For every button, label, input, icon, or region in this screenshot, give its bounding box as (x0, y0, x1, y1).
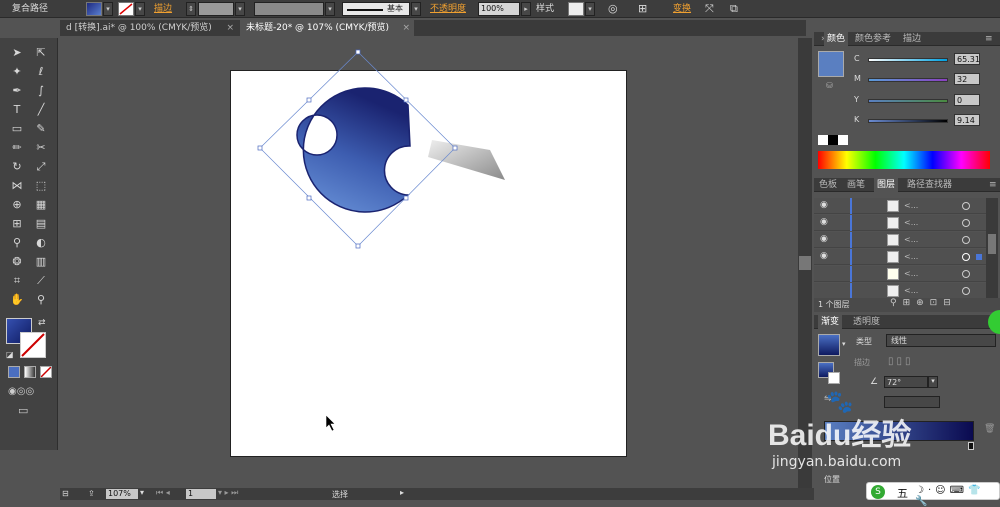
layer-actions-icon[interactable]: ⚲⊞⊕⊡⊟ (890, 298, 957, 308)
compound-path-shape[interactable] (296, 87, 411, 213)
layer-name: <... (904, 286, 919, 295)
artboard-nav-icon[interactable]: ⊟ (62, 489, 69, 498)
color-panel-tabs: » 颜色 颜色参考 描边 ≡ (814, 32, 1000, 46)
layer-thumbnail (887, 217, 899, 229)
ime-toolbar: S 五 ☽·☺⌨👕🔧 (866, 482, 1000, 507)
layer-row[interactable]: <... (814, 283, 986, 299)
target-icon[interactable] (962, 202, 970, 210)
none-swatch[interactable] (818, 135, 828, 145)
angle-field[interactable]: 72° (884, 376, 928, 388)
channel-label-c: C (854, 54, 860, 63)
layer-row[interactable]: ◉ <... (814, 198, 986, 214)
eye-icon[interactable]: ◉ (820, 217, 828, 227)
target-icon[interactable] (962, 236, 970, 244)
layer-thumbnail (887, 234, 899, 246)
layer-thumbnail (887, 285, 899, 297)
layer-row[interactable]: ◉ <... (814, 232, 986, 248)
color-spectrum-bar[interactable] (818, 151, 990, 169)
ime-mode-label[interactable]: 五 (897, 485, 908, 501)
tab-transparency[interactable]: 透明度 (850, 315, 883, 329)
stroke-proxy[interactable] (828, 372, 840, 384)
watermark-brand: Baidu经验 (768, 419, 912, 452)
stroke-gradient-mode-icon[interactable]: ▯▯▯ (888, 356, 914, 367)
angle-icon: ∠ (870, 377, 879, 387)
layers-scrollbar[interactable] (986, 198, 998, 298)
channel-label-y: Y (854, 95, 859, 104)
channel-label-k: K (854, 115, 860, 124)
target-icon[interactable] (962, 219, 970, 227)
c-value-field[interactable]: 65.31 (954, 53, 980, 65)
m-slider[interactable] (868, 78, 948, 82)
tab-color[interactable]: 颜色 (824, 32, 849, 46)
layer-thumbnail (887, 251, 899, 263)
out-of-gamut-icon[interactable]: ⛁ (826, 81, 833, 90)
zoom-field[interactable]: 107% (106, 489, 138, 499)
eye-icon[interactable]: ◉ (820, 234, 828, 244)
tab-brushes[interactable]: 画笔 (844, 178, 868, 192)
status-menu-arrow[interactable]: ▸ (400, 488, 404, 497)
y-slider[interactable] (868, 99, 948, 103)
grey-blade-shape[interactable] (428, 140, 505, 180)
gradient-stroke-label: 描边 (854, 358, 870, 367)
layer-name: <... (904, 218, 919, 227)
layer-thumbnail (887, 268, 899, 280)
gradient-preset-dropdown[interactable]: ▾ (842, 340, 846, 348)
sogou-logo-icon[interactable]: S (871, 485, 885, 499)
k-value-field[interactable]: 9.14 (954, 114, 980, 126)
mouse-cursor-icon (325, 414, 336, 432)
channel-label-m: M (854, 74, 861, 83)
zoom-dropdown[interactable]: ▾ (140, 488, 144, 497)
color-preview-swatch[interactable] (818, 51, 844, 77)
tab-swatches[interactable]: 色板 (816, 178, 840, 192)
tab-gradient[interactable]: 渐变 (818, 315, 843, 329)
tab-pathfinder[interactable]: 路径查找器 (904, 178, 955, 192)
layers-panel-tabs: 色板 画笔 图层 路径查找器 ≡ (814, 178, 1000, 192)
gradient-type-label: 类型 (856, 337, 872, 346)
baidu-watermark: 🐾 Baidu经验 jingyan.baidu.com (768, 388, 998, 476)
angle-dropdown[interactable]: ▾ (928, 376, 938, 388)
gradient-type-select[interactable]: 线性 (886, 334, 996, 347)
layer-row[interactable]: ◉ <... (814, 215, 986, 231)
layer-name: <... (904, 235, 919, 244)
status-bar: ⊟ ⇪ 107% ▾ ⏮ ◂ 1 ▾ ▸ ⏭ 选择 ▸ (60, 488, 814, 500)
m-value-field[interactable]: 32 (954, 73, 980, 85)
page-field[interactable]: 1 (186, 489, 216, 499)
tab-stroke[interactable]: 描边 (900, 32, 924, 46)
tab-color-guide[interactable]: 颜色参考 (852, 32, 894, 46)
layer-name: <... (904, 252, 919, 261)
layer-row[interactable]: ◉ <... (814, 249, 986, 265)
vertical-scroll-thumb[interactable] (799, 256, 811, 270)
gradient-preview[interactable] (818, 334, 840, 356)
target-icon[interactable] (962, 287, 970, 295)
watermark-url: jingyan.baidu.com (772, 454, 902, 470)
color-panel: ⛁ C 65.31 M 32 Y 0 K 9.14 (814, 47, 1000, 175)
ime-tools-icon[interactable]: ☽·☺⌨👕🔧 (915, 485, 999, 507)
gradient-panel-tabs: 渐变 透明度 (814, 315, 1000, 329)
layer-name: <... (904, 201, 919, 210)
white-swatch[interactable] (838, 135, 848, 145)
tab-layers[interactable]: 图层 (874, 178, 899, 192)
black-swatch[interactable] (828, 135, 838, 145)
y-value-field[interactable]: 0 (954, 94, 980, 106)
eye-icon[interactable]: ◉ (820, 200, 828, 210)
panel-menu-icon[interactable]: ≡ (986, 178, 1000, 192)
selected-art-indicator[interactable] (976, 254, 982, 260)
layer-thumbnail (887, 200, 899, 212)
eye-icon[interactable]: ◉ (820, 251, 828, 261)
panel-menu-icon[interactable]: ≡ (982, 32, 996, 46)
k-slider[interactable] (868, 119, 948, 123)
target-icon[interactable] (962, 270, 970, 278)
layer-count: 1 个图层 (818, 300, 850, 309)
status-tool-label: 选择 (332, 490, 348, 499)
share-icon[interactable]: ⇪ (88, 489, 95, 498)
target-icon[interactable] (962, 253, 970, 261)
layer-row[interactable]: <... (814, 266, 986, 282)
first-page-icon[interactable]: ⏮ ◂ (156, 488, 170, 498)
layer-name: <... (904, 269, 919, 278)
layers-footer: 1 个图层 ⚲⊞⊕⊡⊟ (814, 298, 1000, 312)
c-slider[interactable] (868, 58, 948, 62)
layers-scroll-thumb[interactable] (988, 234, 996, 254)
next-page-icon[interactable]: ▾ ▸ ⏭ (218, 488, 238, 498)
